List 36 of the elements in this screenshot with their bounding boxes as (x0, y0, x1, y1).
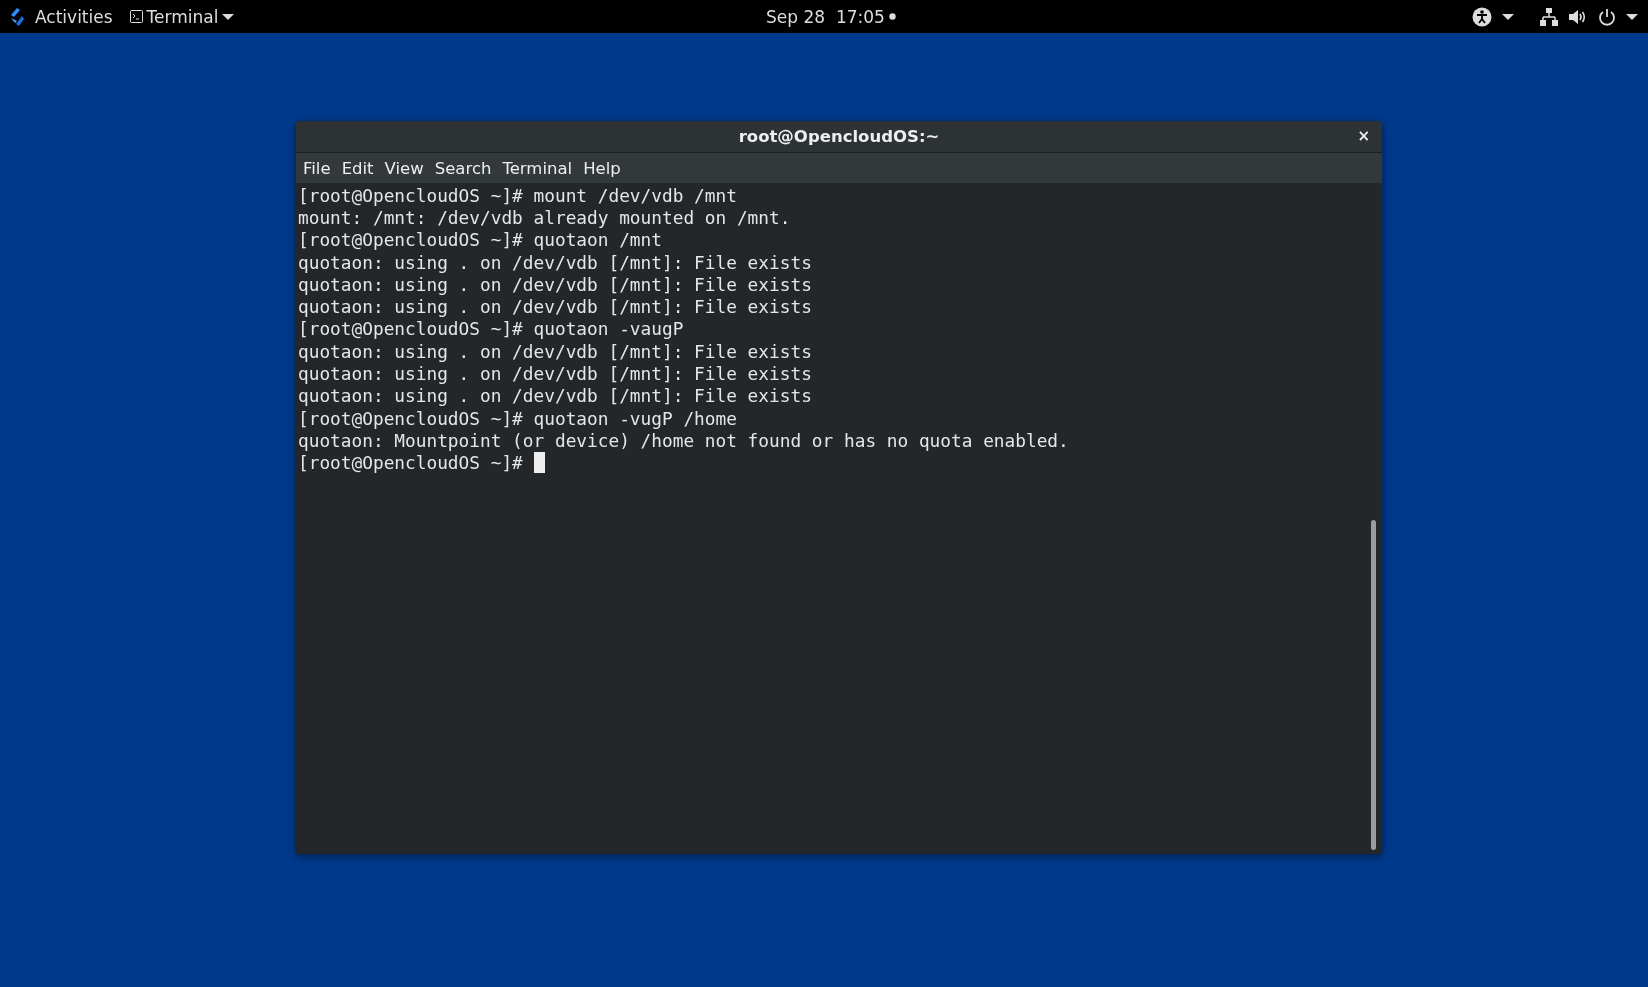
accessibility-icon[interactable] (1472, 6, 1492, 27)
terminal-line: quotaon: using . on /dev/vdb [/mnt]: File exists (298, 340, 812, 362)
terminal-line: [root@OpencloudOS ~]# quotaon -vaugP (298, 318, 684, 340)
clock[interactable]: Sep 28 17:05 (766, 6, 885, 27)
terminal-line: quotaon: using . on /dev/vdb [/mnt]: File exists (298, 251, 812, 273)
menu-item[interactable]: Help (580, 158, 628, 178)
terminal-line: [root@OpencloudOS ~]# mount /dev/vdb /mnt (298, 184, 737, 206)
logo-icon[interactable] (8, 6, 26, 27)
terminal-line: quotaon: using . on /dev/vdb [/mnt]: File exists (298, 385, 812, 407)
scrollbar-thumb[interactable] (1371, 520, 1376, 850)
close-button[interactable]: × (1353, 127, 1374, 145)
app-menu[interactable]: Terminal (146, 6, 219, 27)
caret-icon[interactable] (1502, 12, 1514, 21)
window-title: root@OpencloudOS:~ (738, 127, 940, 146)
notification-dot-icon (888, 13, 896, 20)
volume-icon[interactable] (1568, 7, 1588, 26)
menu-item[interactable]: View (381, 158, 431, 178)
terminal-line: [root@OpencloudOS ~]# quotaon /mnt (298, 229, 662, 251)
network-icon[interactable] (1540, 7, 1558, 26)
terminal-line: [root@OpencloudOS ~]# (298, 452, 523, 474)
menu-item[interactable]: Edit (338, 158, 381, 178)
terminal-line: [root@OpencloudOS ~]# quotaon -vugP /home (298, 407, 737, 429)
terminal-line: quotaon: Mountpoint (or device) /home not found or has no quota enabled. (298, 429, 1069, 451)
caret-icon[interactable] (222, 12, 235, 21)
terminal-line: quotaon: using . on /dev/vdb [/mnt]: File exists (298, 273, 812, 295)
menu-item[interactable]: File (300, 158, 338, 178)
terminal-line: quotaon: using . on /dev/vdb [/mnt]: File exists (298, 296, 812, 318)
terminal-icon[interactable] (129, 10, 143, 23)
terminal-line: mount: /mnt: /dev/vdb already mounted on /mnt. (298, 206, 791, 228)
activities-button[interactable]: Activities (35, 6, 113, 27)
caret-icon[interactable] (1626, 12, 1638, 21)
text-cursor (533, 452, 545, 474)
menu-item[interactable]: Terminal (499, 158, 580, 178)
terminal-line: quotaon: using . on /dev/vdb [/mnt]: File exists (298, 363, 812, 384)
power-icon[interactable] (1598, 7, 1616, 26)
menu-item[interactable]: Search (431, 158, 499, 178)
